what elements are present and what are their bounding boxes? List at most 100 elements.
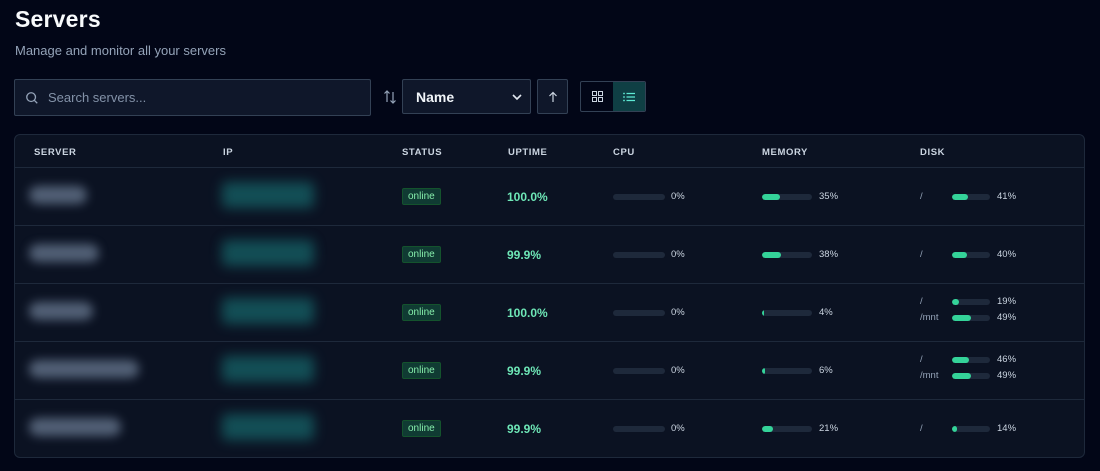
- ip-redacted: [222, 356, 314, 382]
- cpu-bar: [613, 310, 665, 316]
- status-badge: online: [402, 362, 441, 379]
- table-row[interactable]: online 99.9% 0% 6% / 46% /mnt 49%: [15, 342, 1084, 400]
- table-row[interactable]: online 100.0% 0% 4% / 19% /mnt 49%: [15, 284, 1084, 342]
- page-title: Servers: [15, 6, 101, 32]
- server-name-redacted: [29, 186, 87, 204]
- server-name-redacted: [29, 302, 93, 320]
- disk-value: 40%: [997, 249, 1017, 260]
- grid-view-icon: [591, 91, 603, 102]
- cpu-value: 0%: [671, 307, 685, 318]
- uptime-value: 99.9%: [507, 364, 542, 378]
- disk-bar: [952, 357, 990, 363]
- ip-redacted: [222, 414, 314, 440]
- header-cpu: CPU: [613, 147, 635, 158]
- uptime-value: 100.0%: [507, 306, 548, 320]
- disk-bar-fill: [952, 315, 971, 321]
- memory-value: 4%: [819, 307, 833, 318]
- status-badge: online: [402, 420, 441, 437]
- arrow-up-icon: [548, 91, 557, 102]
- sort-select-value: Name: [416, 88, 455, 105]
- sort-select[interactable]: Name: [402, 79, 531, 114]
- memory-value: 35%: [819, 191, 839, 202]
- list-view-icon: [623, 92, 635, 101]
- memory-bar: [762, 426, 812, 432]
- memory-bar: [762, 310, 812, 316]
- disk-value: 49%: [997, 312, 1017, 323]
- disk-bar-fill: [952, 252, 968, 258]
- disk-value: 41%: [997, 191, 1017, 202]
- memory-bar: [762, 252, 812, 258]
- table-row[interactable]: online 99.9% 0% 21% / 14%: [15, 400, 1084, 457]
- disk-bar: [952, 299, 990, 305]
- memory-bar-fill: [762, 310, 764, 316]
- cpu-value: 0%: [671, 365, 685, 376]
- header-server: SERVER: [34, 147, 77, 158]
- disk-mount: /mnt: [920, 312, 939, 323]
- disk-mount: /: [920, 249, 923, 260]
- ip-redacted: [222, 240, 314, 266]
- server-name-redacted: [29, 360, 139, 378]
- disk-mount: /mnt: [920, 370, 939, 381]
- disk-bar: [952, 373, 990, 379]
- table-header: SERVER IP STATUS UPTIME CPU MEMORY DISK: [15, 135, 1084, 168]
- status-badge: online: [402, 304, 441, 321]
- list-view-button[interactable]: [613, 82, 645, 111]
- uptime-value: 99.9%: [507, 422, 542, 436]
- memory-value: 38%: [819, 249, 839, 260]
- cpu-bar: [613, 252, 665, 258]
- grid-view-button[interactable]: [581, 82, 613, 111]
- search-box[interactable]: [14, 79, 371, 116]
- disk-bar-fill: [952, 194, 968, 200]
- search-input[interactable]: [48, 90, 348, 105]
- disk-value: 19%: [997, 296, 1017, 307]
- memory-bar-fill: [762, 252, 781, 258]
- servers-table: SERVER IP STATUS UPTIME CPU MEMORY DISK …: [14, 134, 1085, 458]
- header-uptime: UPTIME: [508, 147, 548, 158]
- disk-mount: /: [920, 191, 923, 202]
- cpu-bar: [613, 426, 665, 432]
- uptime-value: 100.0%: [507, 190, 548, 204]
- table-row[interactable]: online 100.0% 0% 35% / 41%: [15, 168, 1084, 226]
- header-disk: DISK: [920, 147, 946, 158]
- status-badge: online: [402, 246, 441, 263]
- table-row[interactable]: online 99.9% 0% 38% / 40%: [15, 226, 1084, 284]
- memory-bar: [762, 194, 812, 200]
- memory-value: 6%: [819, 365, 833, 376]
- disk-mount: /: [920, 423, 923, 434]
- sort-direction-button[interactable]: [537, 79, 568, 114]
- disk-bar-fill: [952, 373, 971, 379]
- memory-bar-fill: [762, 194, 780, 200]
- view-toggle: [580, 81, 646, 112]
- memory-value: 21%: [819, 423, 839, 434]
- cpu-value: 0%: [671, 249, 685, 260]
- disk-bar: [952, 194, 990, 200]
- servers-page: Servers Manage and monitor all your serv…: [0, 0, 1100, 471]
- server-name-redacted: [29, 244, 99, 262]
- header-status: STATUS: [402, 147, 443, 158]
- disk-bar-fill: [952, 299, 960, 305]
- disk-value: 49%: [997, 370, 1017, 381]
- cpu-value: 0%: [671, 423, 685, 434]
- status-badge: online: [402, 188, 441, 205]
- cpu-value: 0%: [671, 191, 685, 202]
- disk-bar: [952, 426, 990, 432]
- disk-mount: /: [920, 354, 923, 365]
- memory-bar-fill: [762, 426, 773, 432]
- disk-mount: /: [920, 296, 923, 307]
- toolbar: Name: [14, 79, 654, 116]
- search-icon: [26, 91, 38, 104]
- uptime-value: 99.9%: [507, 248, 542, 262]
- cpu-bar: [613, 194, 665, 200]
- disk-bar-fill: [952, 357, 970, 363]
- disk-value: 14%: [997, 423, 1017, 434]
- disk-bar-fill: [952, 426, 958, 432]
- ip-redacted: [222, 298, 314, 324]
- disk-value: 46%: [997, 354, 1017, 365]
- disk-bar: [952, 252, 990, 258]
- sort-icon: [384, 90, 396, 104]
- page-subtitle: Manage and monitor all your servers: [15, 43, 226, 58]
- header-memory: MEMORY: [762, 147, 808, 158]
- ip-redacted: [222, 182, 314, 208]
- cpu-bar: [613, 368, 665, 374]
- server-name-redacted: [29, 418, 121, 436]
